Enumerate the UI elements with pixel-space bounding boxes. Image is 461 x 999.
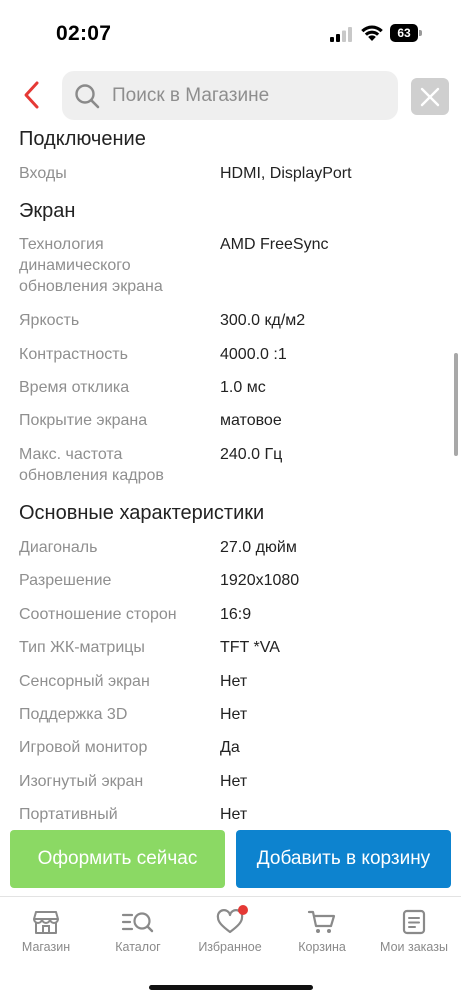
spec-label: Покрытие экрана [19,412,148,429]
nav-label-favorites: Избранное [198,940,262,954]
checkout-now-button[interactable]: Оформить сейчас [10,830,225,888]
close-icon [420,87,440,107]
wifi-icon [361,25,383,41]
spec-label: Портативный [19,806,118,823]
spec-value: матовое [220,412,282,429]
spec-value: Нет [220,806,248,823]
nav-label-orders: Мои заказы [380,940,448,954]
search-header [0,68,461,126]
search-icon [75,84,100,109]
scrollbar-thumb[interactable] [454,353,458,456]
spec-label: Контрастность [19,346,128,363]
spec-value: 1.0 мс [220,379,266,396]
section-title-main: Основные характеристики [19,502,265,524]
spec-value: 16:9 [220,606,252,623]
search-box[interactable] [62,71,398,120]
nav-item-catalog[interactable]: Каталог [92,905,184,961]
action-bar: Оформить сейчас Добавить в корзину [0,826,461,896]
section-title-screen: Экран [19,200,76,222]
spec-label: Тип ЖК-матрицы [19,639,145,656]
nav-label-catalog: Каталог [115,940,161,954]
spec-label: Соотношение сторон [19,606,177,623]
favorites-badge-dot [238,905,248,915]
nav-item-orders[interactable]: Мои заказы [368,905,460,961]
specs-list: Подключение Входы HDMI, DisplayPort Экра… [0,126,461,826]
status-time: 02:07 [56,22,112,45]
spec-label: Изогнутый экран [19,773,144,790]
section-title-connection: Подключение [19,128,146,150]
back-button[interactable] [18,78,48,112]
spec-label: Входы [19,165,67,182]
nav-item-cart[interactable]: Корзина [276,905,368,961]
nav-item-favorites[interactable]: Избранное [184,905,276,961]
orders-icon [402,909,426,935]
nav-item-store[interactable]: Магазин [0,905,92,961]
status-bar: 02:07 63 [0,0,461,62]
spec-value: Нет [220,706,248,723]
clear-search-button[interactable] [411,78,449,115]
spec-value: HDMI, DisplayPort [220,165,352,182]
home-indicator[interactable] [149,985,313,990]
spec-value: TFT *VA [220,639,280,656]
spec-value: Да [220,739,240,756]
spec-label: Разрешение [19,572,112,589]
spec-label: Макс. частота обновления кадров [19,446,164,484]
battery-icon: 63 [390,24,422,42]
spec-label: Технология динамического обновления экра… [19,236,163,295]
battery-level: 63 [390,24,418,42]
spec-value: 27.0 дюйм [220,539,297,556]
spec-label: Яркость [19,312,80,329]
nav-label-store: Магазин [21,940,71,954]
spec-value: 1920x1080 [220,572,300,589]
catalog-search-icon [121,912,154,933]
spec-label: Сенсорный экран [19,673,150,690]
spec-value: 4000.0 :1 [220,346,287,363]
bottom-nav: Магазин Каталог Избранное Корзина Мои за… [0,896,461,999]
store-icon [33,911,59,934]
battery-tip [419,30,422,36]
spec-label: Поддержка 3D [19,706,128,723]
spec-label: Игровой монитор [19,739,148,756]
chevron-left-icon [24,81,39,109]
spec-label: Время отклика [19,379,130,396]
nav-label-cart: Корзина [298,940,346,954]
spec-value: 300.0 кд/м2 [220,312,306,329]
search-input[interactable] [112,71,392,120]
spec-label: Диагональ [19,539,98,556]
spec-value: AMD FreeSync [220,236,329,253]
cart-icon [307,910,336,933]
spec-value: Нет [220,673,248,690]
add-to-cart-button[interactable]: Добавить в корзину [236,830,451,888]
cellular-signal-icon [330,27,352,42]
spec-value: Нет [220,773,248,790]
spec-value: 240.0 Гц [220,446,283,463]
